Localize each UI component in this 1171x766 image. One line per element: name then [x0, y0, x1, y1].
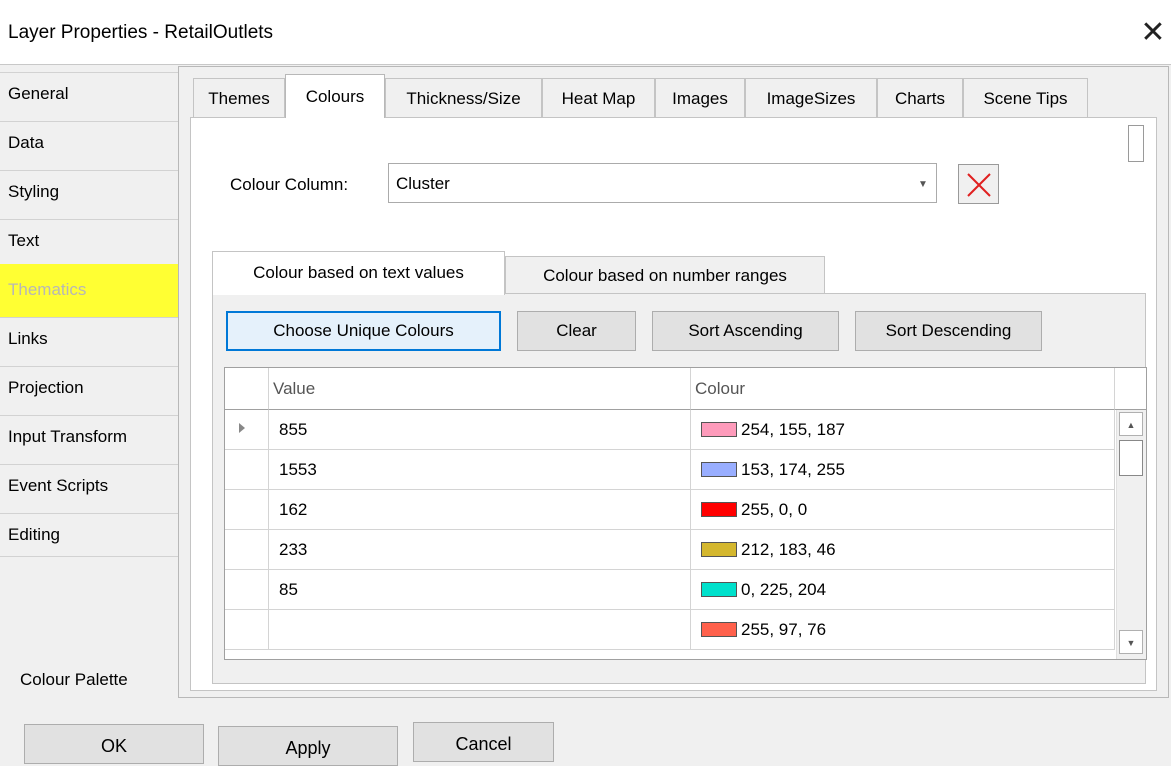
nav-item-editing[interactable]: Editing — [0, 513, 182, 557]
value-cell[interactable]: 162 — [269, 490, 691, 530]
colour-cell[interactable]: 0, 225, 204 — [691, 570, 1115, 610]
row-header[interactable] — [225, 610, 269, 650]
apply-button[interactable]: Apply — [218, 726, 398, 766]
nav-item-text[interactable]: Text — [0, 219, 182, 268]
window-title: Layer Properties - RetailOutlets — [8, 22, 274, 43]
ok-button[interactable]: OK — [24, 724, 204, 764]
tab-images[interactable]: Images — [655, 78, 745, 117]
colour-swatch — [701, 622, 737, 637]
tab-text-values[interactable]: Colour based on text values — [212, 251, 505, 295]
tab-colours[interactable]: Colours — [285, 74, 385, 118]
tab-charts[interactable]: Charts — [877, 78, 963, 117]
value-cell[interactable]: 233 — [269, 530, 691, 570]
row-header-column — [225, 368, 269, 410]
colour-grid[interactable]: Value Colour 855 254, 155, 187 1553 153,… — [224, 367, 1147, 660]
tab-thickness-size[interactable]: Thickness/Size — [385, 78, 542, 117]
table-row[interactable]: 255, 97, 76 — [225, 610, 1146, 650]
row-header[interactable] — [225, 490, 269, 530]
table-row[interactable]: 855 254, 155, 187 — [225, 410, 1146, 450]
sort-ascending-button[interactable]: Sort Ascending — [652, 311, 839, 351]
clear-button[interactable]: Clear — [517, 311, 636, 351]
scroll-thumb[interactable] — [1119, 440, 1143, 476]
sort-descending-button[interactable]: Sort Descending — [855, 311, 1042, 351]
current-row-icon — [239, 423, 245, 433]
colour-cell[interactable]: 212, 183, 46 — [691, 530, 1115, 570]
value-cell[interactable] — [269, 610, 691, 650]
colour-rgb: 212, 183, 46 — [741, 540, 836, 559]
tab-heat-map[interactable]: Heat Map — [542, 78, 655, 117]
colour-swatch — [701, 542, 737, 557]
scroll-up-icon[interactable]: ▲ — [1119, 412, 1143, 436]
colour-rgb: 0, 225, 204 — [741, 580, 827, 599]
nav-item-styling[interactable]: Styling — [0, 170, 182, 219]
panel-handle[interactable] — [1128, 125, 1144, 162]
value-cell[interactable]: 1553 — [269, 450, 691, 490]
tab-imagesizes[interactable]: ImageSizes — [745, 78, 877, 117]
colour-rgb: 153, 174, 255 — [741, 460, 845, 479]
colour-column-label: Colour Column: — [230, 175, 349, 194]
table-row[interactable]: 1553 153, 174, 255 — [225, 450, 1146, 490]
vertical-scrollbar[interactable]: ▲ ▼ — [1116, 410, 1146, 659]
nav-item-input-transform[interactable]: Input Transform — [0, 415, 182, 464]
nav-item-data[interactable]: Data — [0, 121, 182, 170]
table-row[interactable]: 162 255, 0, 0 — [225, 490, 1146, 530]
colour-swatch — [701, 582, 737, 597]
tab-themes[interactable]: Themes — [193, 78, 285, 117]
column-header-value[interactable]: Value — [269, 368, 691, 410]
colour-swatch — [701, 422, 737, 437]
colour-cell[interactable]: 153, 174, 255 — [691, 450, 1115, 490]
close-icon[interactable]: ✕ — [1138, 16, 1168, 50]
clear-colour-column-button[interactable] — [958, 164, 999, 204]
tab-number-ranges[interactable]: Colour based on number ranges — [505, 256, 825, 294]
colour-rgb: 255, 0, 0 — [741, 500, 808, 519]
scroll-down-icon[interactable]: ▼ — [1119, 630, 1143, 654]
colour-rgb: 254, 155, 187 — [741, 420, 845, 439]
row-header[interactable] — [225, 450, 269, 490]
table-row[interactable]: 233 212, 183, 46 — [225, 530, 1146, 570]
colour-cell[interactable]: 255, 97, 76 — [691, 610, 1115, 650]
row-header[interactable] — [225, 530, 269, 570]
colour-cell[interactable]: 255, 0, 0 — [691, 490, 1115, 530]
nav-item-thematics[interactable]: Thematics — [0, 264, 182, 319]
nav-item-general[interactable]: General — [0, 72, 182, 121]
cancel-button[interactable]: Cancel — [413, 722, 554, 762]
red-x-icon — [967, 173, 991, 197]
colour-swatch — [701, 502, 737, 517]
chevron-down-icon[interactable]: ▼ — [918, 179, 928, 190]
row-header[interactable] — [225, 570, 269, 610]
tab-scene-tips[interactable]: Scene Tips — [963, 78, 1088, 117]
colour-rgb: 255, 97, 76 — [741, 620, 827, 639]
header-filler — [1115, 368, 1146, 410]
colour-swatch — [701, 462, 737, 477]
choose-unique-colours-button[interactable]: Choose Unique Colours — [226, 311, 501, 351]
row-header[interactable] — [225, 410, 269, 450]
colour-cell[interactable]: 254, 155, 187 — [691, 410, 1115, 450]
column-header-colour[interactable]: Colour — [691, 368, 1115, 410]
nav-item-projection[interactable]: Projection — [0, 366, 182, 415]
colour-palette-label: Colour Palette — [20, 670, 128, 689]
value-cell[interactable]: 855 — [269, 410, 691, 450]
colour-column-select[interactable]: Cluster — [388, 163, 937, 203]
nav-item-links[interactable]: Links — [0, 317, 182, 366]
value-cell[interactable]: 85 — [269, 570, 691, 610]
table-row[interactable]: 85 0, 225, 204 — [225, 570, 1146, 610]
nav-item-event-scripts[interactable]: Event Scripts — [0, 464, 182, 513]
